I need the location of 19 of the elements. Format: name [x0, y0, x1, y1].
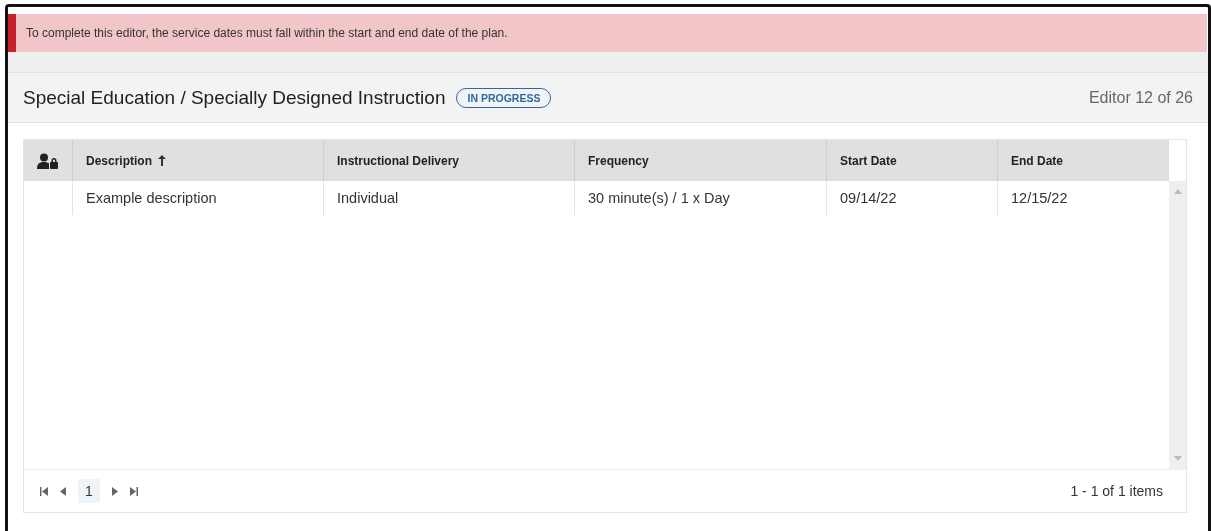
column-header[interactable]: Description — [72, 140, 323, 181]
first-page-icon[interactable] — [40, 486, 48, 496]
sort-ascending-icon — [158, 155, 166, 166]
previous-page-icon[interactable] — [60, 486, 66, 496]
editor-counter: Editor 12 of 26 — [1088, 88, 1193, 107]
user-lock-icon — [37, 152, 59, 169]
table-cell: Example description — [72, 181, 323, 215]
page-button[interactable]: 1 — [78, 479, 100, 503]
next-page-icon[interactable] — [111, 486, 118, 496]
table-cell: 30 minute(s) / 1 x Day — [574, 181, 826, 215]
column-header[interactable]: Start Date — [826, 140, 997, 181]
editor-title: Special Education / Specially Designed Instruction — [23, 86, 446, 109]
last-page-icon[interactable] — [129, 486, 138, 496]
alert-message: To complete this editor, the service dates must fall within the start and end date of the plan. — [26, 26, 508, 40]
pager-summary: 1 - 1 of 1 items — [1070, 483, 1163, 499]
column-header[interactable]: Frequency — [574, 140, 826, 181]
table-cell: 09/14/22 — [826, 181, 997, 215]
column-header[interactable]: Instructional Delivery — [323, 140, 574, 181]
table-cell: Individual — [323, 181, 574, 215]
